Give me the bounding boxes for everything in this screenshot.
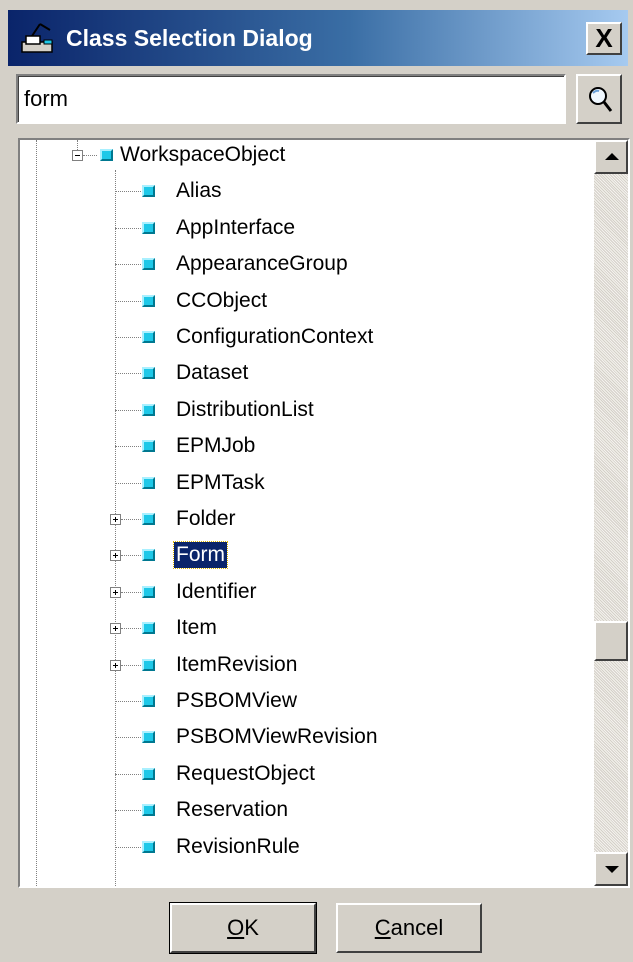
scroll-down-button[interactable]: [594, 852, 628, 886]
vertical-scrollbar[interactable]: [594, 140, 628, 886]
tree-node-reservation[interactable]: Reservation: [174, 797, 290, 823]
tree-node-epmjob[interactable]: EPMJob: [174, 433, 257, 459]
dialog-title: Class Selection Dialog: [66, 25, 313, 51]
tree-branch-line: [115, 483, 141, 484]
tree-node-workspaceobject[interactable]: WorkspaceObject: [118, 142, 287, 168]
search-input[interactable]: [16, 74, 566, 124]
tree-branch-line: [115, 774, 141, 775]
tree-branch-line: [115, 373, 141, 374]
magnifier-icon: [589, 87, 613, 112]
close-button[interactable]: X: [586, 22, 622, 55]
dialog-footer: OK Cancel: [0, 895, 633, 962]
tree-branch-line: [115, 410, 141, 411]
tree-branch-line: [115, 191, 141, 192]
class-node-icon: [142, 659, 155, 671]
cancel-button[interactable]: Cancel: [336, 903, 482, 953]
tree-node-psbomviewrevision[interactable]: PSBOMViewRevision: [174, 724, 380, 750]
tree-node-distributionlist[interactable]: DistributionList: [174, 397, 316, 423]
tree-branch-line: [115, 301, 141, 302]
class-node-icon: [142, 731, 155, 743]
cancel-label: ancel: [390, 915, 444, 940]
tree-node-identifier[interactable]: Identifier: [174, 579, 259, 605]
tree-node-epmtask[interactable]: EPMTask: [174, 470, 267, 496]
close-icon: X: [595, 23, 613, 53]
ok-button[interactable]: OK: [169, 902, 317, 954]
tree-branch-line: [115, 446, 141, 447]
search-button[interactable]: [576, 74, 622, 124]
class-node-icon: [142, 222, 155, 234]
tree-branch-line: [115, 264, 141, 265]
class-node-icon: [142, 404, 155, 416]
tree-node-psbomview[interactable]: PSBOMView: [174, 688, 299, 714]
tree-branch-line: [121, 519, 141, 520]
tree-node-requestobject[interactable]: RequestObject: [174, 761, 317, 787]
title-bar[interactable]: Class Selection Dialog X: [8, 10, 628, 66]
scroll-thumb[interactable]: [594, 620, 628, 661]
tree-node-appearancegroup[interactable]: AppearanceGroup: [174, 251, 350, 277]
class-node-icon: [142, 331, 155, 343]
class-tree[interactable]: WorkspaceObject Alias AppInterface Appearan…: [20, 140, 594, 886]
tree-node-folder[interactable]: Folder: [174, 506, 238, 532]
ok-label: K: [244, 915, 259, 940]
tree-branch-line: [121, 665, 141, 666]
tree-node-revisionrule[interactable]: RevisionRule: [174, 834, 302, 860]
class-node-icon: [142, 695, 155, 707]
tree-branch-line: [121, 628, 141, 629]
tree-node-form[interactable]: Form: [173, 541, 228, 569]
class-node-icon: [142, 295, 155, 307]
ok-mnemonic: O: [227, 915, 245, 940]
tree-branch-line: [115, 810, 141, 811]
class-node-icon: [142, 185, 155, 197]
class-node-icon: [142, 367, 155, 379]
expand-toggle[interactable]: [110, 660, 121, 671]
class-selection-dialog: Class Selection Dialog X WorkspaceObject…: [0, 0, 633, 962]
expand-toggle[interactable]: [110, 550, 121, 561]
class-node-icon: [142, 549, 155, 561]
tree-branch-line: [121, 555, 141, 556]
tree-node-item[interactable]: Item: [174, 615, 219, 641]
class-node-icon: [142, 804, 155, 816]
class-node-icon: [142, 258, 155, 270]
tree-branch-line: [115, 701, 141, 702]
expand-toggle[interactable]: [110, 587, 121, 598]
search-row: [8, 74, 628, 126]
tree-branch-line: [115, 337, 141, 338]
tree-node-dataset[interactable]: Dataset: [174, 360, 250, 386]
tree-branch-line: [83, 155, 97, 156]
expand-toggle[interactable]: [110, 623, 121, 634]
cancel-mnemonic: C: [374, 915, 391, 940]
arrow-down-icon: [605, 866, 619, 873]
tree-guide-line: [36, 140, 37, 886]
scroll-up-button[interactable]: [594, 140, 628, 174]
class-tree-panel: WorkspaceObject Alias AppInterface Appearan…: [18, 138, 630, 888]
class-node-icon: [100, 149, 113, 161]
tree-branch-line: [115, 847, 141, 848]
tree-node-ccobject[interactable]: CCObject: [174, 288, 269, 314]
tree-node-configurationcontext[interactable]: ConfigurationContext: [174, 324, 375, 350]
class-node-icon: [142, 586, 155, 598]
class-node-icon: [142, 841, 155, 853]
tree-branch-line: [121, 592, 141, 593]
tree-guide-line: [115, 170, 116, 886]
class-node-icon: [142, 622, 155, 634]
expand-toggle[interactable]: [110, 514, 121, 525]
class-node-icon: [142, 768, 155, 780]
arrow-up-icon: [605, 153, 619, 160]
class-node-icon: [142, 440, 155, 452]
tree-node-itemrevision[interactable]: ItemRevision: [174, 652, 299, 678]
class-node-icon: [142, 477, 155, 489]
tree-branch-line: [115, 737, 141, 738]
class-node-icon: [142, 513, 155, 525]
tree-node-alias[interactable]: Alias: [174, 178, 224, 204]
class-selector-icon: [20, 22, 56, 56]
collapse-toggle[interactable]: [72, 150, 83, 161]
tree-node-appinterface[interactable]: AppInterface: [174, 215, 297, 241]
tree-branch-line: [115, 228, 141, 229]
